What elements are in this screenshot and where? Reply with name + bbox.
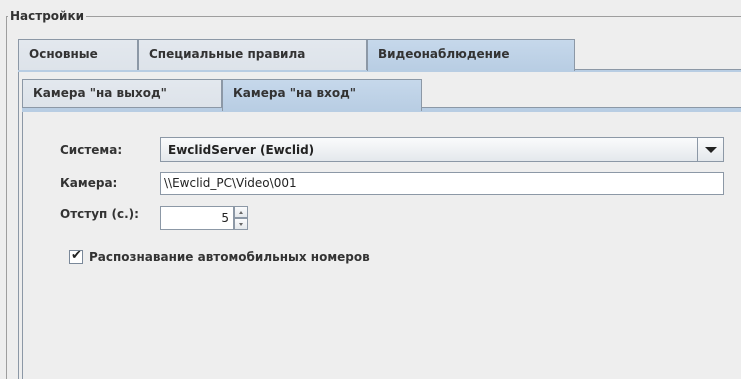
offset-spinner: 5	[160, 206, 248, 230]
tab-video-surveillance[interactable]: Видеонаблюдение	[367, 39, 575, 71]
checkmark-icon: ✔	[71, 248, 82, 263]
camera-input[interactable]: \\Ewclid_PC\Video\001	[160, 172, 724, 195]
settings-group-title: Настройки	[8, 8, 87, 24]
inner-tab-strip: Камера "на выход" Камера "на вход"	[22, 79, 741, 111]
caret-up-icon	[239, 211, 243, 214]
plate-recognition-checkbox[interactable]: ✔	[69, 248, 83, 264]
tab-special-rules[interactable]: Специальные правила	[138, 39, 367, 70]
offset-label: Отступ (с.):	[60, 207, 139, 221]
offset-decrement-button[interactable]	[234, 218, 248, 230]
chevron-down-icon	[705, 147, 717, 153]
system-select-dropdown-button[interactable]	[697, 138, 723, 161]
tab-camera-exit[interactable]: Камера "на выход"	[22, 79, 222, 107]
plate-recognition-label[interactable]: Распознавание автомобильных номеров	[89, 249, 370, 265]
offset-increment-button[interactable]	[234, 206, 248, 218]
outer-tab-strip: Основные Специальные правила Видеонаблюд…	[18, 39, 741, 71]
system-select-value: EwclidServer (Ewclid)	[168, 143, 315, 157]
offset-input[interactable]: 5	[160, 206, 234, 230]
camera-label: Камера:	[60, 176, 118, 190]
caret-down-icon	[239, 223, 243, 226]
tab-general[interactable]: Основные	[18, 39, 138, 70]
system-select[interactable]: EwclidServer (Ewclid)	[160, 137, 724, 162]
system-label: Система:	[60, 143, 123, 157]
tab-camera-entry[interactable]: Камера "на вход"	[222, 79, 422, 111]
